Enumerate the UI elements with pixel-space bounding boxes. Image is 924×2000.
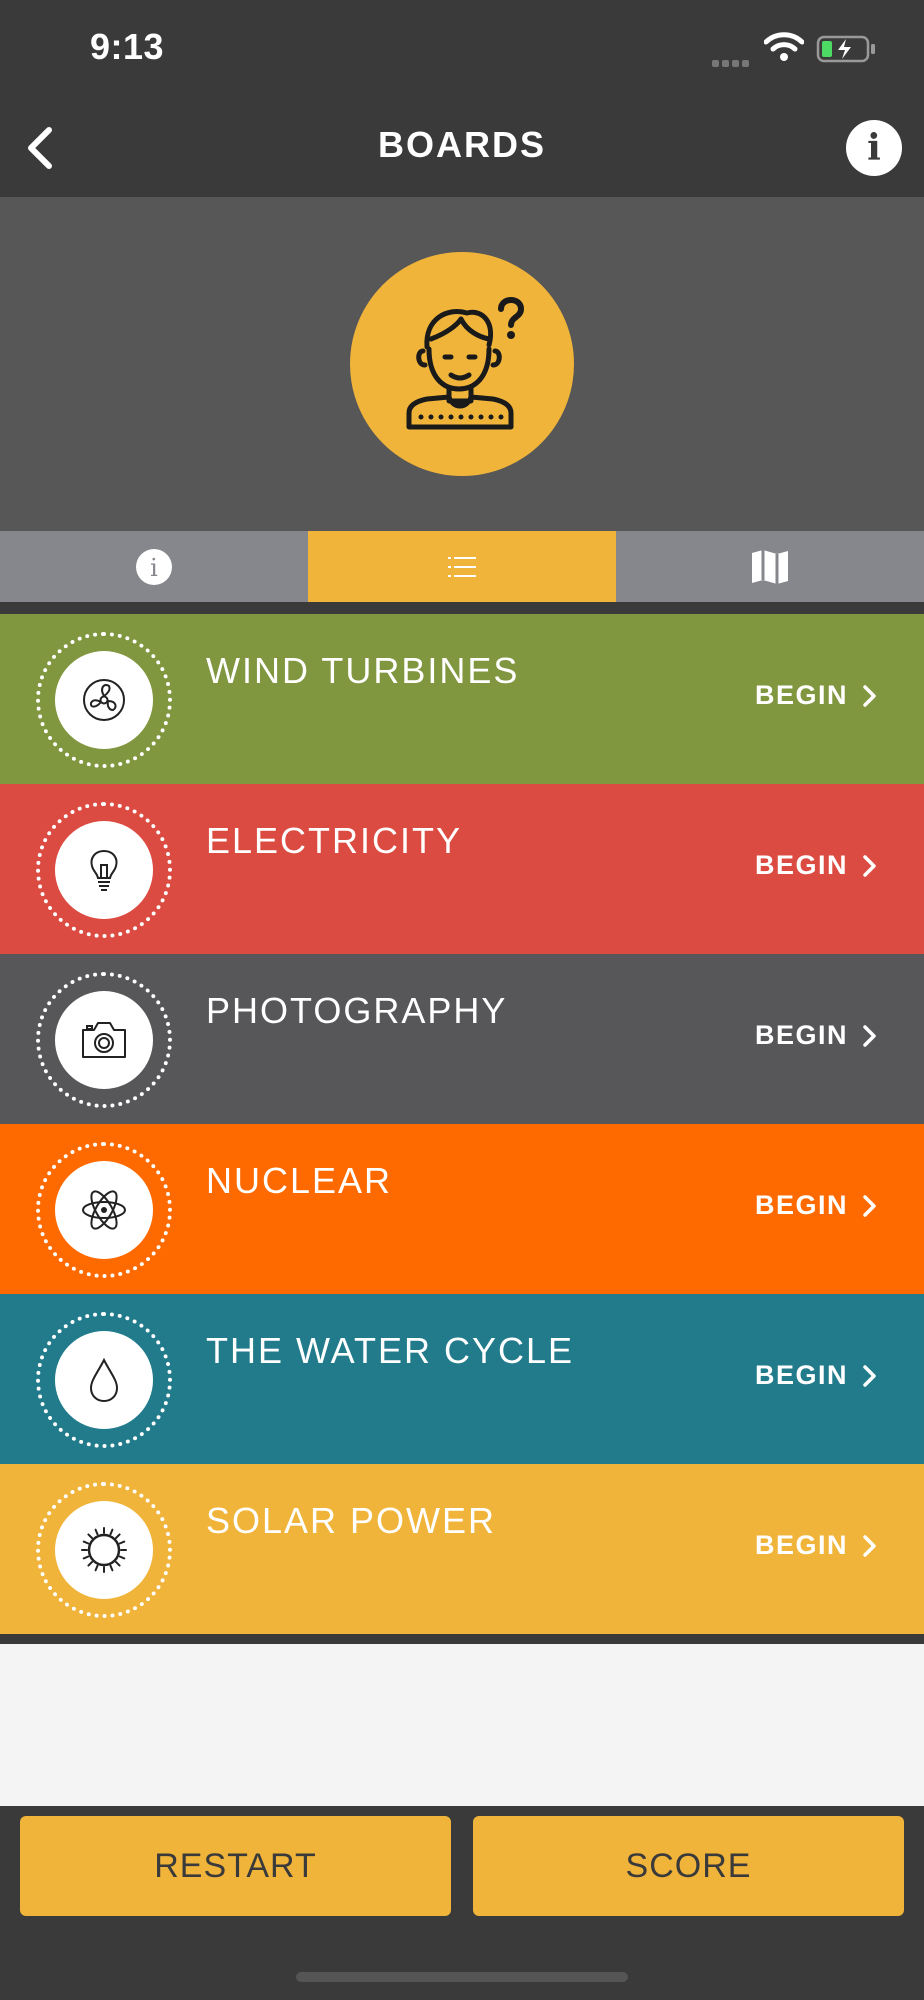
begin-button[interactable]: BEGIN	[755, 1190, 878, 1221]
page-title: BOARDS	[377, 124, 546, 165]
boards-list: WIND TURBINES BEGIN ELECTRICITY BEGIN PH…	[0, 614, 924, 1634]
status-bar: 9:13	[0, 0, 924, 100]
divider	[0, 602, 924, 614]
begin-button[interactable]: BEGIN	[755, 850, 878, 881]
begin-button[interactable]: BEGIN	[755, 1530, 878, 1561]
chevron-right-icon	[863, 1194, 876, 1217]
fan-icon	[83, 679, 125, 721]
list-icon	[448, 556, 476, 577]
begin-label: BEGIN	[754, 680, 848, 710]
battery-charging-icon	[816, 35, 875, 63]
empty-area	[0, 1644, 924, 1806]
map-icon	[752, 549, 788, 584]
tab-info[interactable]: i	[0, 531, 308, 602]
board-title: THE WATER CYCLE	[206, 1330, 575, 1371]
board-nuclear[interactable]: NUCLEAR BEGIN	[0, 1124, 924, 1294]
board-icon-badge	[55, 1331, 153, 1429]
board-title: NUCLEAR	[206, 1160, 393, 1201]
begin-button[interactable]: BEGIN	[755, 1360, 878, 1391]
chevron-right-icon	[863, 684, 876, 707]
wifi-icon	[764, 32, 804, 61]
home-indicator	[296, 1972, 628, 1982]
board-title: WIND TURBINES	[206, 650, 520, 691]
board-title: ELECTRICITY	[206, 820, 463, 861]
footer-bar: RESTART SCORE	[0, 1806, 924, 2000]
cellular-signal-icon	[712, 54, 752, 72]
board-title: PHOTOGRAPHY	[206, 990, 508, 1031]
navigation-bar: BOARDS i	[0, 100, 924, 197]
begin-label: BEGIN	[754, 850, 848, 880]
score-button[interactable]: SCORE	[473, 1816, 904, 1916]
begin-label: BEGIN	[754, 1020, 848, 1050]
tab-map[interactable]	[616, 531, 924, 602]
board-title: SOLAR POWER	[206, 1500, 497, 1541]
svg-text:i: i	[150, 554, 158, 582]
water-drop-icon	[89, 1357, 119, 1403]
chevron-right-icon	[863, 1024, 876, 1047]
board-wind-turbines[interactable]: WIND TURBINES BEGIN	[0, 614, 924, 784]
begin-label: BEGIN	[754, 1360, 848, 1390]
begin-label: BEGIN	[754, 1530, 848, 1560]
tab-bar: i	[0, 531, 924, 602]
board-photography[interactable]: PHOTOGRAPHY BEGIN	[0, 954, 924, 1124]
header-area	[0, 197, 924, 531]
info-circle-icon: i	[136, 548, 172, 585]
atom-icon	[82, 1190, 126, 1230]
begin-label: BEGIN	[754, 1190, 848, 1220]
board-icon-badge	[55, 991, 153, 1089]
board-icon-badge	[55, 1501, 153, 1599]
board-icon-badge	[55, 1161, 153, 1259]
restart-button[interactable]: RESTART	[20, 1816, 451, 1916]
tab-list[interactable]	[308, 531, 616, 602]
chevron-right-icon	[863, 1534, 876, 1557]
begin-button[interactable]: BEGIN	[755, 1020, 878, 1051]
chevron-right-icon	[863, 854, 876, 877]
info-button[interactable]: i	[846, 120, 902, 176]
status-time: 9:13	[90, 26, 165, 67]
avatar	[350, 252, 574, 476]
sun-icon	[81, 1527, 127, 1573]
board-the-water-cycle[interactable]: THE WATER CYCLE BEGIN	[0, 1294, 924, 1464]
lightbulb-icon	[90, 849, 118, 891]
begin-button[interactable]: BEGIN	[755, 680, 878, 711]
confused-person-icon	[406, 297, 525, 430]
chevron-right-icon	[863, 1364, 876, 1387]
board-electricity[interactable]: ELECTRICITY BEGIN	[0, 784, 924, 954]
board-solar-power[interactable]: SOLAR POWER BEGIN	[0, 1464, 924, 1634]
board-icon-badge	[55, 651, 153, 749]
board-icon-badge	[55, 821, 153, 919]
camera-icon	[82, 1022, 126, 1058]
